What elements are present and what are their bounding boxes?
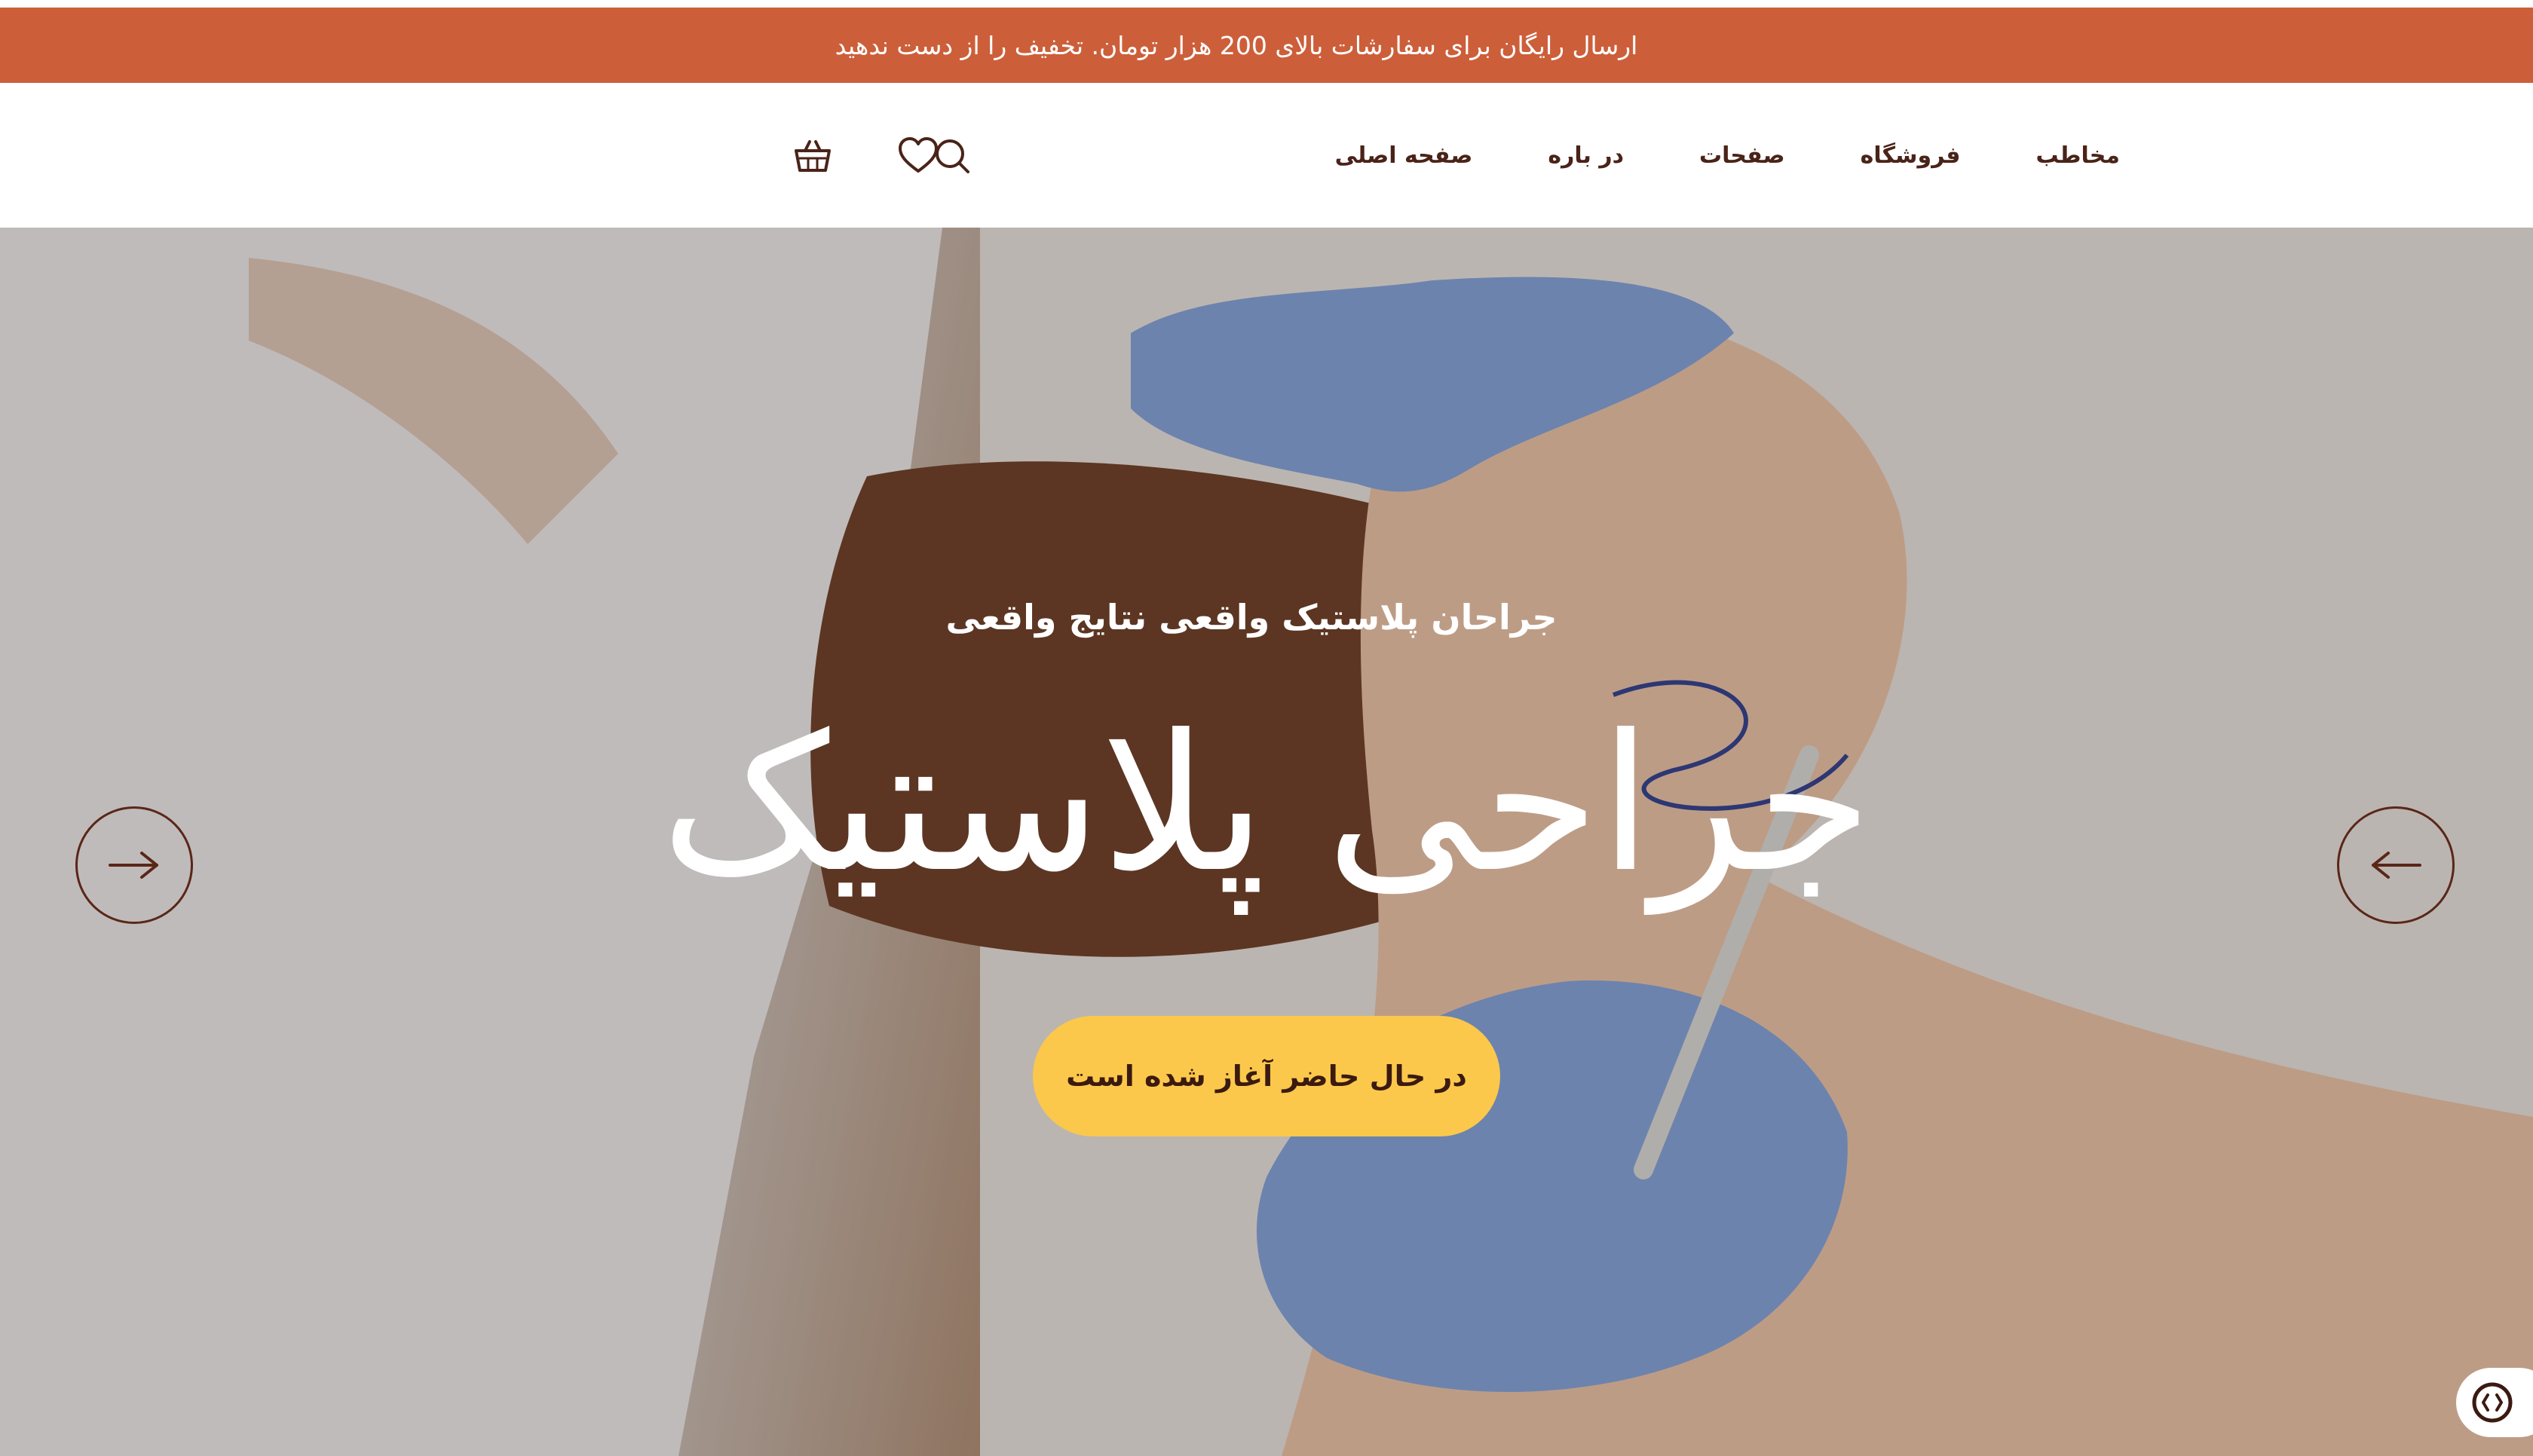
hero-slider: جراحان پلاستیک واقعی نتایج واقعی جراحی پ… bbox=[0, 228, 2533, 1456]
nav-item-contact[interactable]: مخاطب bbox=[2036, 142, 2120, 169]
nav-item-home[interactable]: صفحه اصلی bbox=[1335, 142, 1473, 169]
main-nav: صفحه اصلی در باره صفحات فروشگاه مخاطب bbox=[1335, 83, 2120, 228]
arrow-left-icon bbox=[2372, 852, 2421, 879]
heart-icon[interactable] bbox=[897, 136, 939, 178]
slider-next-button[interactable] bbox=[2337, 806, 2455, 924]
basket-icon[interactable] bbox=[792, 136, 834, 178]
arrow-right-icon bbox=[109, 852, 158, 879]
slider-prev-button[interactable] bbox=[75, 806, 193, 924]
announcement-text: ارسال رایگان برای سفارشات بالای 200 هزار… bbox=[835, 30, 1638, 60]
site-header: صفحه اصلی در باره صفحات فروشگاه مخاطب bbox=[0, 83, 2533, 228]
hero-subtitle: جراحان پلاستیک واقعی نتایج واقعی bbox=[945, 597, 1557, 638]
accessibility-widget-button[interactable] bbox=[2456, 1368, 2533, 1437]
accessibility-icon bbox=[2472, 1382, 2513, 1423]
header-icons bbox=[784, 83, 980, 228]
nav-item-shop[interactable]: فروشگاه bbox=[1861, 142, 1961, 169]
page: ارسال رایگان برای سفارشات بالای 200 هزار… bbox=[0, 0, 2533, 1456]
cta-button[interactable]: در حال حاضر آغاز شده است bbox=[1033, 1016, 1500, 1136]
nav-item-pages[interactable]: صفحات bbox=[1699, 142, 1785, 169]
nav-item-about[interactable]: در باره bbox=[1548, 142, 1624, 169]
announcement-bar: ارسال رایگان برای سفارشات بالای 200 هزار… bbox=[0, 8, 2533, 83]
hero-title: جراحی پلاستیک bbox=[660, 694, 1873, 913]
